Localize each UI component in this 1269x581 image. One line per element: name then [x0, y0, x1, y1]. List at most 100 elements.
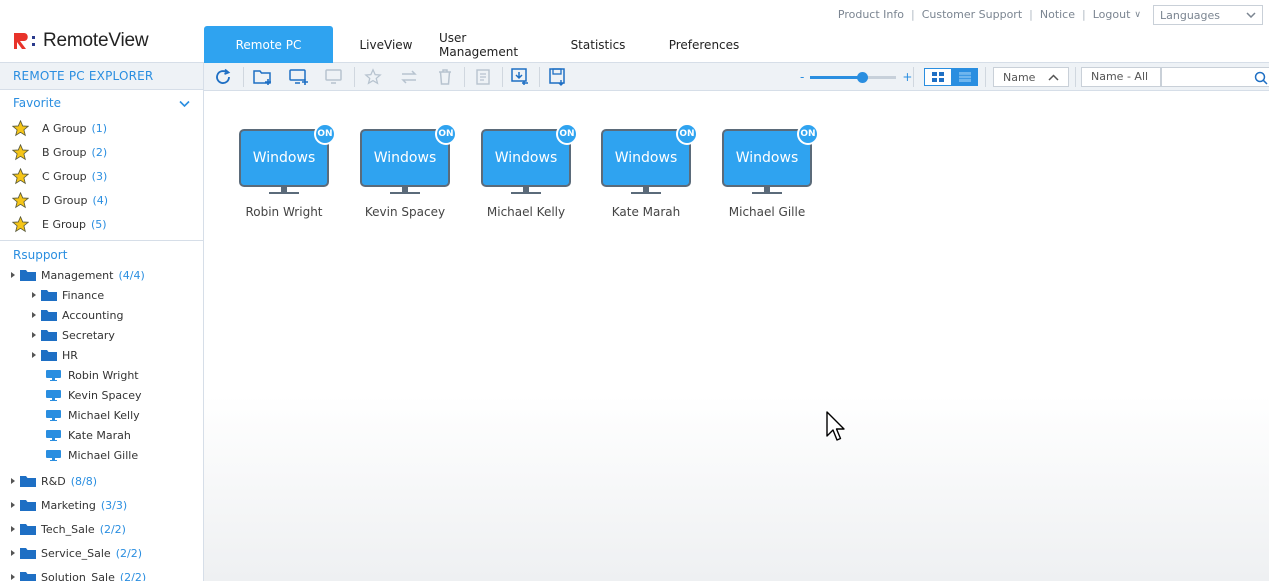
expand-arrow-icon[interactable]: [11, 502, 15, 508]
language-select[interactable]: Languages: [1153, 5, 1263, 25]
tree-pc-item[interactable]: Kate Marah: [0, 425, 203, 445]
toolbar-separator: [985, 67, 986, 87]
monitor-icon: [46, 449, 61, 461]
zoom-in-button[interactable]: +: [902, 70, 912, 84]
search-icon[interactable]: [1254, 71, 1268, 85]
app-logo-text: RemoteView: [43, 30, 149, 51]
language-select-value: Languages: [1160, 8, 1221, 22]
expand-arrow-icon[interactable]: [32, 352, 36, 358]
logout-link[interactable]: Logout: [1093, 8, 1131, 21]
monitor-icon[interactable]: Windows ON: [722, 123, 819, 194]
properties-button[interactable]: [472, 67, 494, 87]
tree-pc-item[interactable]: Kevin Spacey: [0, 385, 203, 405]
chevron-down-icon[interactable]: [179, 100, 190, 108]
tree-pc-item[interactable]: Michael Kelly: [0, 405, 203, 425]
notice-link[interactable]: Notice: [1040, 8, 1075, 21]
favorite-item[interactable]: B Group (2): [0, 140, 203, 164]
export-button[interactable]: [547, 67, 569, 87]
tree-folder-solution-sale[interactable]: Solution_Sale (2/2): [0, 565, 203, 581]
tab-remote-pc[interactable]: Remote PC: [204, 26, 333, 63]
tree-folder-marketing[interactable]: Marketing (3/3): [0, 493, 203, 517]
refresh-button[interactable]: [212, 67, 234, 87]
zoom-slider-handle[interactable]: [856, 71, 868, 83]
tree-folder-label: Management: [41, 268, 114, 282]
sort-select[interactable]: Name: [993, 67, 1069, 87]
favorite-item-label: A Group: [42, 121, 87, 135]
tree-folder-management[interactable]: Management (4/4): [0, 265, 203, 285]
status-badge: ON: [676, 123, 698, 145]
tab-liveview[interactable]: LiveView: [333, 26, 439, 63]
tree-subfolder[interactable]: HR: [0, 345, 203, 365]
favorite-item-count: (2): [91, 145, 108, 159]
status-badge: ON: [435, 123, 457, 145]
expand-arrow-icon[interactable]: [11, 478, 15, 484]
logout-chevron-down-icon[interactable]: ∨: [1134, 10, 1141, 20]
monitor-base: [511, 192, 541, 194]
customer-support-link[interactable]: Customer Support: [922, 8, 1022, 21]
favorite-item-label: C Group: [42, 169, 87, 183]
add-group-button[interactable]: [252, 67, 274, 87]
tree-folder-count: (3/3): [100, 498, 128, 512]
remove-pc-button[interactable]: [324, 67, 346, 87]
status-badge: ON: [314, 123, 336, 145]
filter-select[interactable]: Name - All: [1081, 67, 1161, 87]
pc-card[interactable]: Windows ON Kevin Spacey: [350, 123, 460, 219]
pc-card[interactable]: Windows ON Michael Kelly: [471, 123, 581, 219]
monitor-icon: [325, 69, 342, 84]
app-logo[interactable]: RemoteView: [12, 30, 149, 52]
import-icon: [511, 68, 528, 85]
monitor-icon[interactable]: Windows ON: [239, 123, 336, 194]
favorite-item[interactable]: E Group (5): [0, 212, 203, 236]
zoom-slider[interactable]: [810, 71, 897, 83]
expand-arrow-icon[interactable]: [32, 292, 36, 298]
add-pc-button[interactable]: [288, 67, 310, 87]
product-info-link[interactable]: Product Info: [838, 8, 904, 21]
monitor-icon[interactable]: Windows ON: [601, 123, 698, 194]
search-input[interactable]: [1161, 67, 1269, 87]
favorite-item-count: (1): [91, 121, 108, 135]
expand-arrow-icon[interactable]: [11, 550, 15, 556]
list-view-button[interactable]: [951, 68, 978, 86]
pc-card[interactable]: Windows ON Michael Gille: [712, 123, 822, 219]
move-button[interactable]: [398, 67, 420, 87]
add-favorite-button[interactable]: [362, 67, 384, 87]
toolbar-separator: [502, 67, 503, 87]
sort-select-value: Name: [1003, 70, 1036, 84]
favorite-item[interactable]: A Group (1): [0, 116, 203, 140]
expand-arrow-icon[interactable]: [11, 526, 15, 532]
monitor-icon[interactable]: Windows ON: [481, 123, 578, 194]
zoom-out-button[interactable]: -: [800, 70, 804, 84]
tree-pc-item[interactable]: Michael Gille: [0, 445, 203, 465]
pc-name: Robin Wright: [245, 205, 323, 219]
tree-subfolder[interactable]: Finance: [0, 285, 203, 305]
tree-folder-rnd[interactable]: R&D (8/8): [0, 469, 203, 493]
favorite-item[interactable]: D Group (4): [0, 188, 203, 212]
favorite-header[interactable]: Favorite: [0, 90, 203, 116]
tree-subfolder[interactable]: Accounting: [0, 305, 203, 325]
favorite-item[interactable]: C Group (3): [0, 164, 203, 188]
main-toolbar: - + Name Name - All: [204, 63, 1269, 91]
import-button[interactable]: [509, 67, 531, 87]
delete-button[interactable]: [434, 67, 456, 87]
pc-card[interactable]: Windows ON Kate Marah: [591, 123, 701, 219]
toolbar-separator: [539, 67, 540, 87]
tree-pc-item[interactable]: Robin Wright: [0, 365, 203, 385]
zoom-slider-fill: [810, 75, 862, 79]
tab-preferences[interactable]: Preferences: [651, 26, 757, 63]
tree-folder-service-sale[interactable]: Service_Sale (2/2): [0, 541, 203, 565]
tree-root-rsupport[interactable]: Rsupport: [0, 241, 203, 265]
tree-folder-tech-sale[interactable]: Tech_Sale (2/2): [0, 517, 203, 541]
tree-subfolder[interactable]: Secretary: [0, 325, 203, 345]
grid-view-button[interactable]: [924, 68, 952, 86]
pc-card[interactable]: Windows ON Robin Wright: [229, 123, 339, 219]
tab-user-management[interactable]: User Management: [439, 26, 545, 63]
monitor-icon[interactable]: Windows ON: [360, 123, 457, 194]
monitor-base: [631, 192, 661, 194]
expand-arrow-icon[interactable]: [11, 272, 15, 278]
chevron-up-icon: [1048, 73, 1059, 81]
tab-statistics[interactable]: Statistics: [545, 26, 651, 63]
expand-arrow-icon[interactable]: [32, 332, 36, 338]
expand-arrow-icon[interactable]: [11, 574, 15, 580]
save-export-icon: [549, 68, 565, 86]
expand-arrow-icon[interactable]: [32, 312, 36, 318]
